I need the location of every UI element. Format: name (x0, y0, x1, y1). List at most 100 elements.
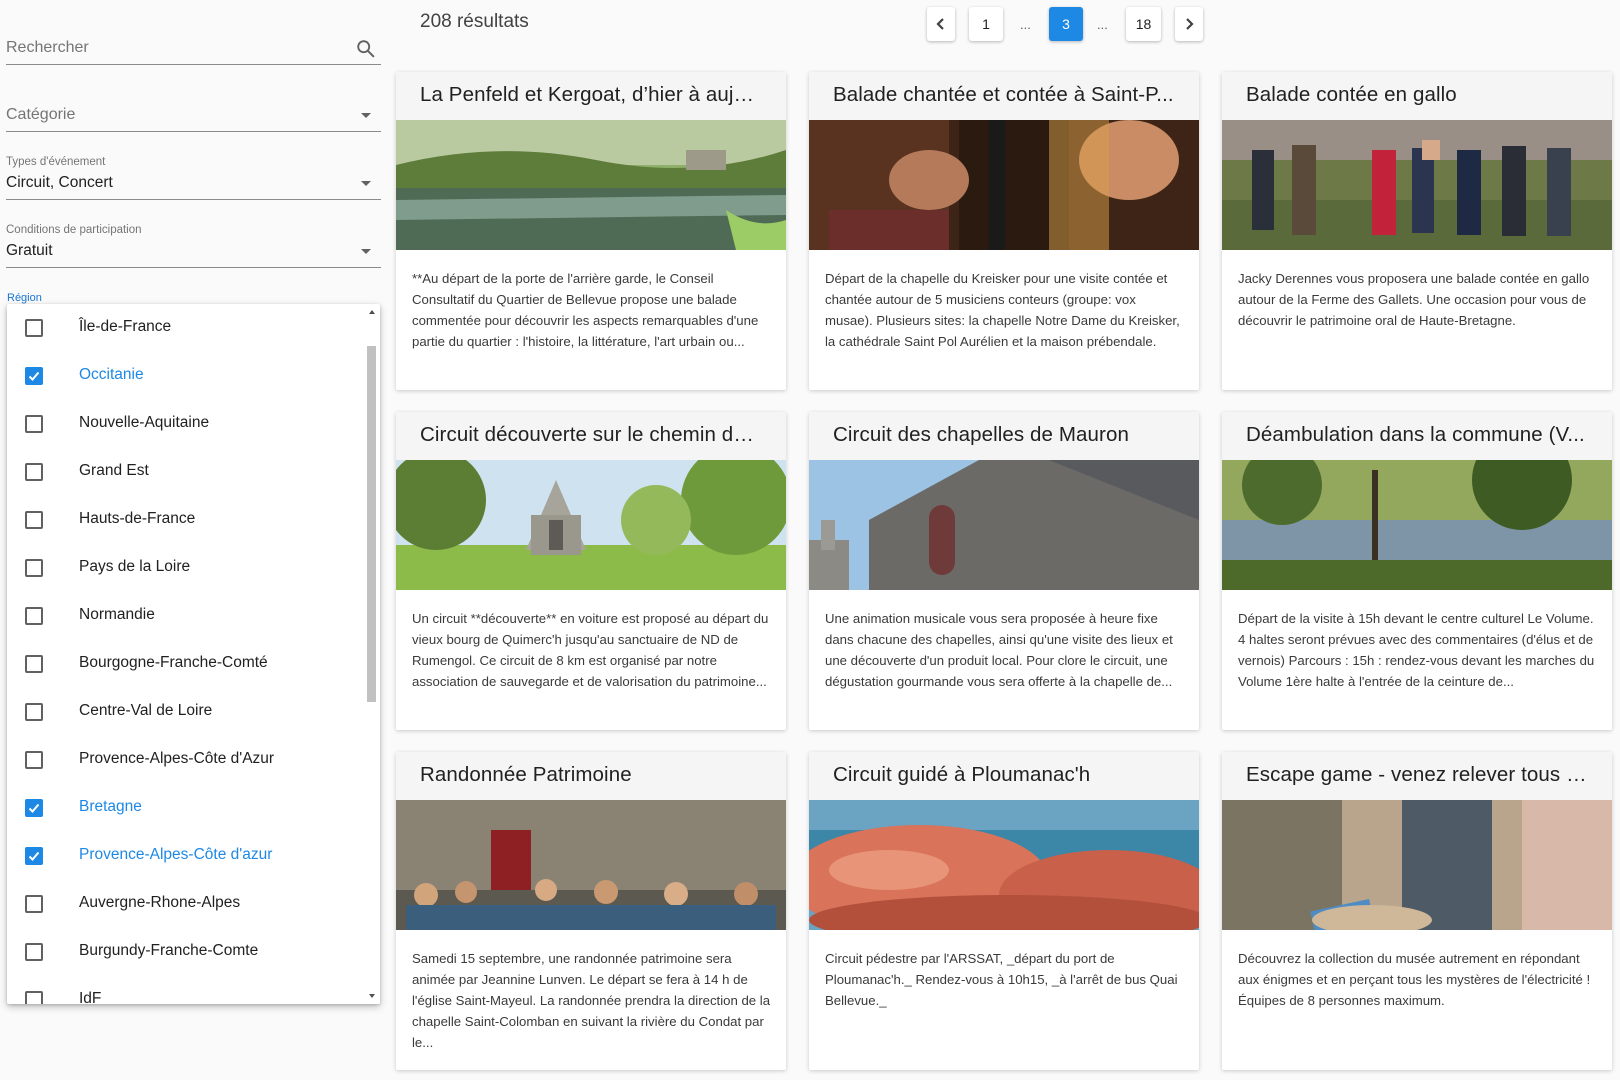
region-option-label: Hauts-de-France (79, 510, 196, 527)
checkbox-checked-icon[interactable] (25, 367, 43, 385)
event-card-title[interactable]: La Penfeld et Kergoat, d’hier à aujo... (396, 72, 786, 120)
region-option-label: Auvergne-Rhone-Alpes (79, 894, 241, 911)
checkbox-icon[interactable] (25, 463, 43, 481)
event-card-image[interactable] (396, 120, 786, 250)
event-card-title[interactable]: Balade contée en gallo (1222, 72, 1612, 120)
checkbox-checked-icon[interactable] (25, 847, 43, 865)
search-placeholder: Rechercher (6, 39, 89, 56)
region-option-label: Nouvelle-Aquitaine (79, 414, 210, 431)
checkbox-icon[interactable] (25, 991, 43, 1004)
event-card-title[interactable]: Escape game - venez relever tous l... (1222, 752, 1612, 800)
event-card-image[interactable] (396, 800, 786, 930)
checkbox-icon[interactable] (25, 607, 43, 625)
event-card[interactable]: Circuit guidé à Ploumanac'h Circuit pédes… (809, 752, 1199, 1070)
participation-label: Conditions de participation (6, 224, 142, 236)
chevron-down-icon (361, 181, 371, 186)
region-option[interactable]: Bretagne (7, 784, 362, 832)
checkbox-checked-icon[interactable] (25, 799, 43, 817)
event-card-title[interactable]: Déambulation dans la commune (V... (1222, 412, 1612, 460)
page-last-button[interactable]: 18 (1126, 7, 1161, 41)
next-page-button[interactable] (1175, 7, 1203, 41)
checkbox-icon[interactable] (25, 319, 43, 337)
region-label: Région (7, 292, 42, 304)
event-card-title[interactable]: Circuit découverte sur le chemin de... (396, 412, 786, 460)
region-option-label: Pays de la Loire (79, 558, 191, 575)
page-current-button[interactable]: 3 (1049, 7, 1083, 41)
region-option[interactable]: Provence-Alpes-Côte d'azur (7, 832, 362, 880)
event-card-image[interactable] (809, 800, 1199, 930)
event-card-description: Une animation musicale vous sera proposé… (825, 611, 1173, 689)
event-card-description: Jacky Derennes vous proposera une balade… (1238, 271, 1590, 328)
event-card[interactable]: Escape game - venez relever tous l... Déc… (1222, 752, 1612, 1070)
event-card[interactable]: Déambulation dans la commune (V... Départ… (1222, 412, 1612, 730)
region-dropdown[interactable]: Île-de-France Occitanie Nouvelle-Aquitaine… (7, 304, 380, 1004)
event-card-image[interactable] (809, 120, 1199, 250)
dropdown-scrollbar[interactable] (363, 304, 380, 1004)
event-card[interactable]: La Penfeld et Kergoat, d’hier à aujo... *… (396, 72, 786, 390)
event-card-image[interactable] (1222, 800, 1612, 930)
results-count: 208 résultats (420, 11, 529, 32)
region-option[interactable]: Centre-Val de Loire (7, 688, 362, 736)
category-select[interactable]: Catégorie (6, 96, 381, 132)
event-card[interactable]: Balade contée en gallo Jacky Derennes vou… (1222, 72, 1612, 390)
event-card-description: Samedi 15 septembre, une randonnée patri… (412, 951, 771, 1050)
event-card-image[interactable] (809, 460, 1199, 590)
event-card[interactable]: Circuit découverte sur le chemin de... Un… (396, 412, 786, 730)
region-option[interactable]: IdF (7, 976, 362, 1004)
event-card-image[interactable] (396, 460, 786, 590)
region-option[interactable]: Normandie (7, 592, 362, 640)
region-option-label: Normandie (79, 606, 155, 623)
event-card-title[interactable]: Balade chantée et contée à Saint-P... (809, 72, 1199, 120)
region-option[interactable]: Auvergne-Rhone-Alpes (7, 880, 362, 928)
pagination-ellipsis: ... (1097, 17, 1108, 32)
event-card[interactable]: Circuit des chapelles de Mauron Une anima… (809, 412, 1199, 730)
event-card-title[interactable]: Circuit guidé à Ploumanac'h (809, 752, 1199, 800)
chevron-right-icon (1186, 18, 1194, 30)
event-card[interactable]: Balade chantée et contée à Saint-P... Dép… (809, 72, 1199, 390)
checkbox-icon[interactable] (25, 511, 43, 529)
region-option[interactable]: Hauts-de-France (7, 496, 362, 544)
region-option[interactable]: Burgundy-Franche-Comte (7, 928, 362, 976)
event-card-description: Départ de la visite à 15h devant le cent… (1238, 611, 1595, 689)
region-option-label: Provence-Alpes-Côte d'Azur (79, 750, 275, 767)
category-placeholder: Catégorie (6, 106, 76, 123)
chevron-down-icon (361, 249, 371, 254)
event-types-label: Types d'événement (6, 156, 106, 168)
chevron-down-icon (361, 113, 371, 118)
search-icon[interactable] (355, 38, 377, 60)
scrollbar-thumb[interactable] (367, 346, 376, 702)
event-card-image[interactable] (1222, 120, 1612, 250)
region-option[interactable]: Pays de la Loire (7, 544, 362, 592)
region-option[interactable]: Bourgogne-Franche-Comté (7, 640, 362, 688)
search-field[interactable]: Rechercher (6, 28, 381, 65)
chevron-left-icon (936, 18, 944, 30)
checkbox-icon[interactable] (25, 559, 43, 577)
participation-select[interactable]: Conditions de participation Gratuit (6, 222, 381, 268)
event-card-image[interactable] (1222, 460, 1612, 590)
region-option[interactable]: Grand Est (7, 448, 362, 496)
prev-page-button[interactable] (927, 7, 955, 41)
scroll-up-icon[interactable] (369, 310, 375, 314)
scroll-down-icon[interactable] (369, 994, 375, 998)
region-option[interactable]: Occitanie (7, 352, 362, 400)
event-card-title[interactable]: Randonnée Patrimoine (396, 752, 786, 800)
region-option[interactable]: Provence-Alpes-Côte d'Azur (7, 736, 362, 784)
pagination-ellipsis: ... (1020, 17, 1031, 32)
event-card[interactable]: Randonnée Patrimoine Samedi 15 septembre,… (396, 752, 786, 1070)
region-option-label: IdF (79, 990, 102, 1004)
event-card-description: Découvrez la collection du musée autreme… (1238, 951, 1591, 1008)
region-option[interactable]: Île-de-France (7, 304, 362, 352)
checkbox-icon[interactable] (25, 943, 43, 961)
region-option[interactable]: Nouvelle-Aquitaine (7, 400, 362, 448)
checkbox-icon[interactable] (25, 415, 43, 433)
checkbox-icon[interactable] (25, 655, 43, 673)
event-card-description: **Au départ de la porte de l'arrière gar… (412, 271, 759, 349)
checkbox-icon[interactable] (25, 895, 43, 913)
event-types-select[interactable]: Types d'événement Circuit, Concert (6, 154, 381, 200)
event-card-description: Départ de la chapelle du Kreisker pour u… (825, 271, 1180, 349)
checkbox-icon[interactable] (25, 751, 43, 769)
event-card-title[interactable]: Circuit des chapelles de Mauron (809, 412, 1199, 460)
page-first-button[interactable]: 1 (969, 7, 1003, 41)
checkbox-icon[interactable] (25, 703, 43, 721)
region-option-label: Bretagne (79, 798, 142, 815)
